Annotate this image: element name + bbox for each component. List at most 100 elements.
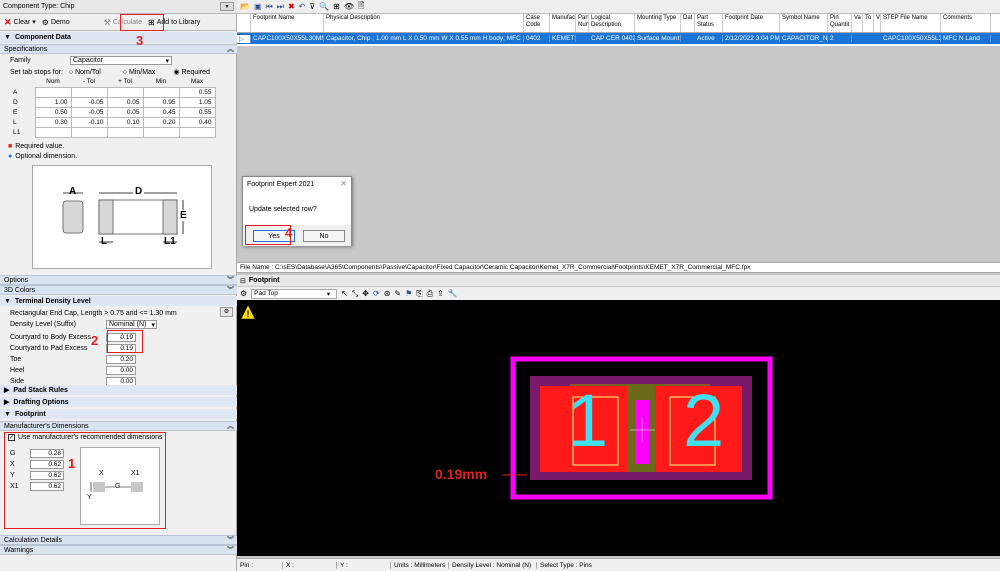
eye-icon[interactable]: 👁	[344, 2, 354, 11]
dim-label-d: D	[133, 186, 145, 197]
col-case-code[interactable]: Case Code	[524, 14, 550, 32]
export-icon[interactable]: ⇪	[437, 289, 444, 298]
component-picker-icon[interactable]: ▾	[220, 2, 234, 11]
chevron-down-icon: ▾	[151, 321, 155, 329]
pan-icon[interactable]: ✥	[362, 289, 369, 298]
radio-nom-tol[interactable]: ○ Nom/Tol	[69, 69, 101, 76]
status-select-type: Select Type : Pins	[540, 561, 592, 569]
expand-icon: ▶	[4, 387, 10, 394]
mfr-dims-header[interactable]: Manufacturer's Dimensions ︽	[0, 421, 237, 431]
filter-icon[interactable]: ⊽	[309, 2, 315, 11]
open-icon[interactable]: 📂	[240, 2, 250, 11]
pad-1-label: 1	[567, 379, 609, 462]
col-v[interactable]: V	[874, 14, 881, 32]
density-info-icon[interactable]: ⚙	[220, 307, 233, 317]
table-row: L1	[10, 126, 216, 138]
annotation-box-calculate	[120, 14, 164, 31]
col-to[interactable]: To	[863, 14, 874, 32]
copy-icon[interactable]: ⎘	[416, 289, 422, 299]
family-select[interactable]: Capacitor ▾	[70, 56, 172, 65]
zoom-window-icon[interactable]: ⤡	[352, 289, 358, 299]
col-comments[interactable]: Comments	[941, 14, 991, 32]
save-icon[interactable]: ▣	[254, 2, 262, 11]
drafting-header[interactable]: ▶ Drafting Options	[0, 397, 237, 407]
undo-icon[interactable]: ↶	[299, 2, 306, 11]
pad-stack-header[interactable]: ▶ Pad Stack Rules	[0, 385, 237, 395]
status-units: Units : Millimeters	[391, 561, 449, 569]
minimize-icon[interactable]: ⊟	[240, 277, 246, 285]
col-physical-description[interactable]: Physical Description	[324, 14, 524, 32]
left-toolbar: ✕ Clear ▾ ⚙ Demo ⚒ Calculate ⊞ Add to Library	[0, 14, 237, 31]
radio-min-max[interactable]: ○ Min/Max	[123, 69, 156, 76]
specifications-header[interactable]: Specifications ︽	[0, 44, 237, 54]
expand-icon: ▶	[4, 399, 10, 406]
calculator-icon: ⚒	[103, 17, 111, 27]
density-level-select[interactable]: Nominal (N) ▾	[106, 320, 157, 329]
required-note: ■ Required value.	[8, 143, 65, 150]
delete-icon[interactable]: ✖	[288, 2, 295, 11]
svg-text:!: !	[247, 309, 250, 319]
refresh-icon[interactable]: ⟳	[373, 289, 380, 298]
row-selector-icon[interactable]: ▷	[237, 34, 251, 43]
print-icon[interactable]: ⎙	[427, 289, 433, 299]
tools-icon[interactable]: 🔧	[448, 289, 458, 298]
collapse-icon: ▼	[4, 297, 11, 305]
footprint-canvas[interactable]: ! 1 2 0.19mm	[237, 300, 1000, 556]
chevron-up-icon: ︽	[227, 423, 234, 430]
col-symbol-name[interactable]: Symbol Name	[780, 14, 828, 32]
document-icon[interactable]: 🗎	[358, 0, 364, 14]
col-mounting-type[interactable]: Mounting Type	[635, 14, 681, 32]
calc-details-header[interactable]: Calculation Details ︾	[0, 535, 237, 545]
col-va[interactable]: Va	[852, 14, 863, 32]
annotation-number-2: 2	[91, 333, 99, 348]
layer-select[interactable]: Pad Top ▾	[251, 288, 338, 299]
status-bar: Pin : X : Y : Units : Millimeters Densit…	[237, 558, 1000, 571]
warnings-header[interactable]: Warnings ︾	[0, 545, 237, 555]
chevron-down-icon: ︾	[227, 537, 234, 544]
colors-3d-header[interactable]: 3D Colors ︾	[0, 285, 237, 295]
clear-button[interactable]: ✕ Clear ▾	[4, 17, 36, 28]
col-part-number[interactable]: Part Nun	[576, 14, 589, 32]
component-data-header[interactable]: ▼ Component Data	[0, 32, 237, 43]
col-logical-description[interactable]: Logical Description	[589, 14, 635, 32]
first-record-icon[interactable]: ⏮	[266, 2, 273, 12]
col-part-status[interactable]: Part Status	[695, 14, 723, 32]
col-manufacturer[interactable]: Manufac	[550, 14, 576, 32]
col-date[interactable]: Dat	[681, 14, 695, 32]
table-row[interactable]: ▷ CAPC100X50X55L30MN Capacitor, Chip ; 1…	[237, 33, 1000, 44]
dialog-title-bar: Footprint Expert 2021 ✕	[247, 179, 347, 188]
chevron-down-icon: ︾	[227, 277, 234, 284]
last-record-icon[interactable]: ⏭	[277, 2, 284, 12]
col-step-file-name[interactable]: STEP File Name	[881, 14, 941, 32]
options-header[interactable]: Options ︾	[0, 275, 237, 285]
view-3d-icon[interactable]: ⊛	[384, 289, 391, 298]
close-icon: ✕	[4, 16, 12, 27]
zoom-icon[interactable]: 🔍	[319, 2, 329, 11]
file-name-bar: File Name : C:\sES\Database\A365\Compone…	[237, 262, 1000, 273]
tab-stops-row: Set tab stops for: ○ Nom/Tol ○ Min/Max ◉…	[10, 68, 210, 77]
col-footprint-date[interactable]: Footprint Date	[723, 14, 780, 32]
pointer-icon[interactable]: ↖	[341, 289, 348, 298]
col-footprint-name[interactable]: Footprint Name	[251, 14, 324, 32]
footprint-header[interactable]: ▼ Footprint	[0, 409, 237, 419]
chevron-down-icon: ▾	[165, 57, 169, 65]
table-row: D 1.00 -0.05 0.05 0.95 1.05	[10, 96, 216, 108]
radio-required[interactable]: ◉ Required	[173, 68, 209, 77]
close-icon[interactable]: ✕	[340, 179, 347, 188]
dimension-annotation: 0.19mm	[435, 466, 488, 482]
heel-input[interactable]	[106, 366, 136, 375]
col-pin-quantity[interactable]: Pin Quantit	[828, 14, 852, 32]
measure-icon[interactable]: ✎	[394, 289, 401, 298]
rules-icon[interactable]: ⚑	[405, 289, 412, 298]
layers-icon[interactable]: ⚙	[240, 289, 247, 298]
footprint-panel-header: ⊟ Footprint	[237, 275, 1000, 286]
component-diagram: A D E L L1	[32, 165, 212, 269]
no-button[interactable]: No	[303, 230, 345, 242]
chevron-down-icon: ▾	[32, 19, 36, 26]
toe-input[interactable]	[106, 355, 136, 364]
terminal-density-header[interactable]: ▼ Terminal Density Level	[0, 296, 237, 306]
demo-button[interactable]: ⚙ Demo	[42, 18, 70, 27]
grid-icon[interactable]: ⊞	[333, 2, 340, 11]
dialog-message: Update selected row?	[249, 206, 317, 213]
right-panel: 📂 ▣ ⏮ ⏭ ✖ ↶ ⊽ 🔍 ⊞ 👁 🗎 Footprint Name Phy…	[237, 0, 1000, 571]
